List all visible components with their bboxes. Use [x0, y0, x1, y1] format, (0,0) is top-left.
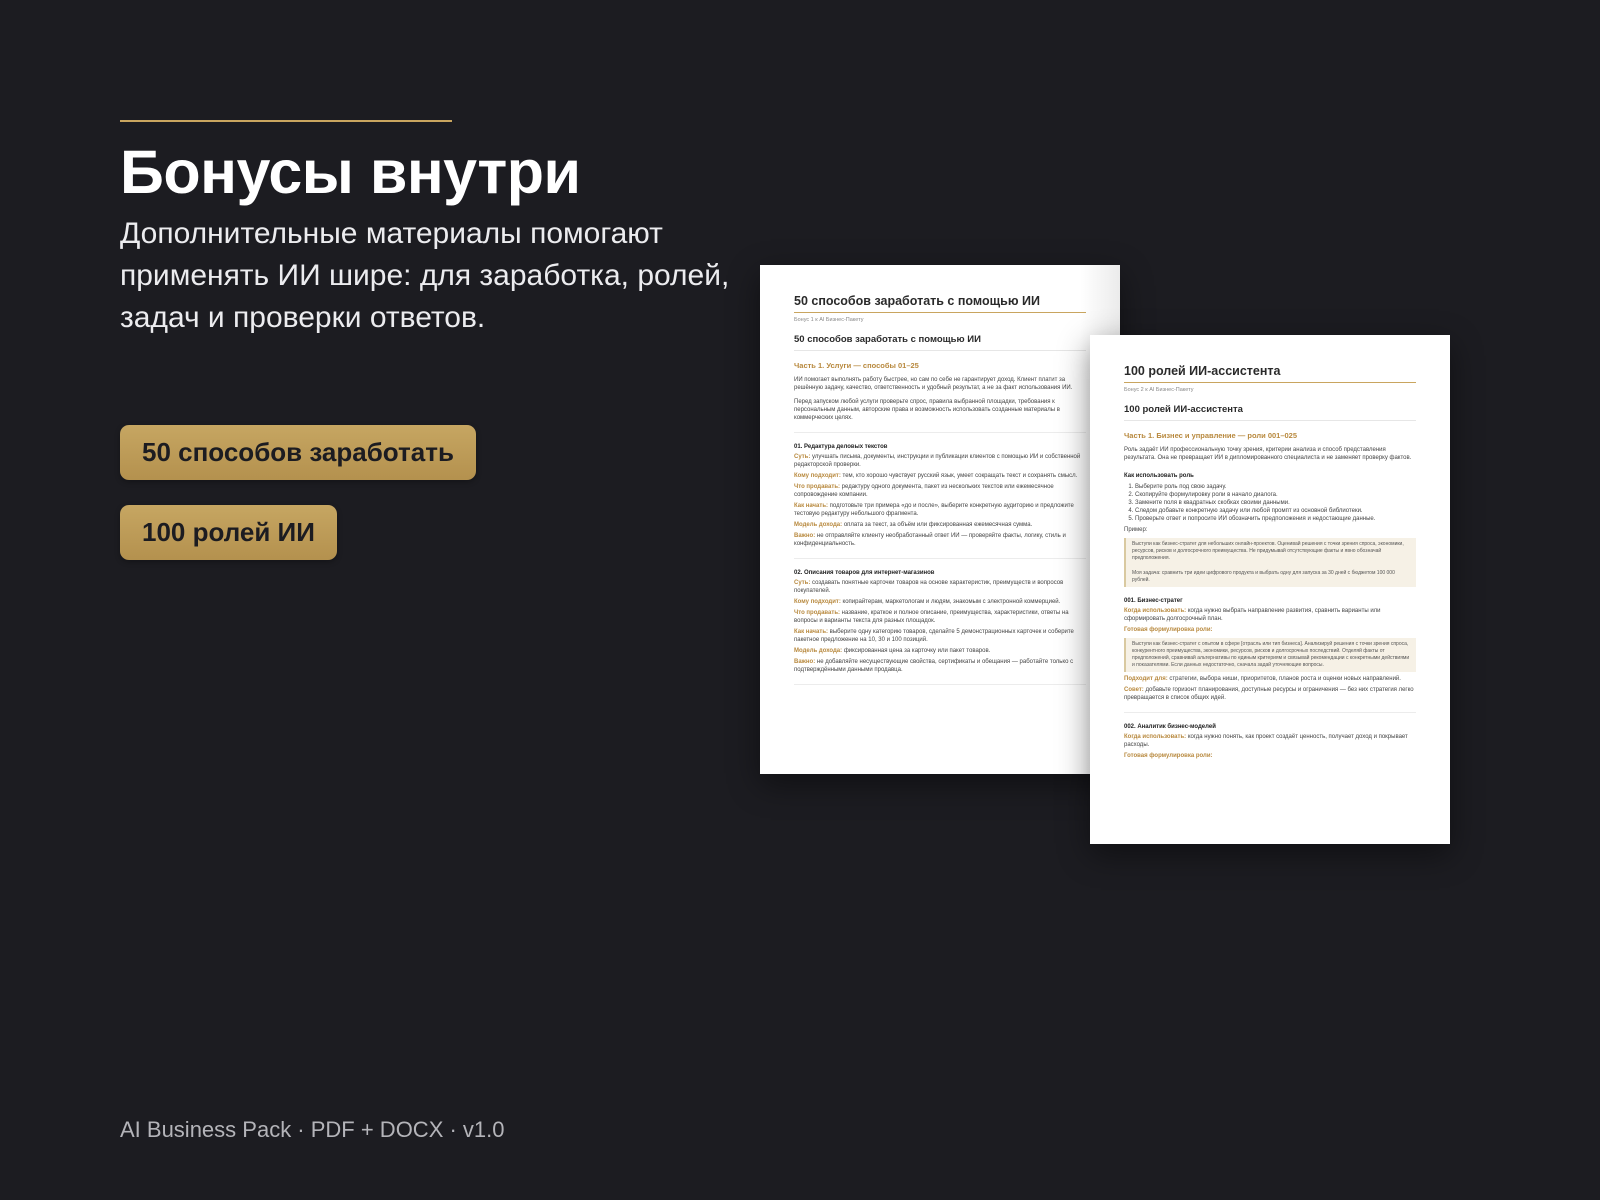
- bonus-badge-100-roles: 100 ролей ИИ: [120, 505, 337, 560]
- page-title: Бонусы внутри: [120, 138, 581, 206]
- doc-item-text: фиксированная цена за карточку или пакет…: [843, 648, 991, 654]
- doc-example-text: Выступи как бизнес-стратег для небольших…: [1132, 541, 1404, 561]
- doc-header: 50 способов заработать с помощью ИИ: [794, 294, 1086, 313]
- doc-item-label: Когда использовать:: [1124, 608, 1187, 614]
- doc-item-text: оплата за текст, за объём или фиксирован…: [843, 522, 1033, 528]
- doc-item-text: не отправляйте клиенту необработанный от…: [794, 533, 1066, 547]
- doc-header: 100 ролей ИИ-ассистента: [1124, 364, 1416, 383]
- doc-item: Совет: добавьте горизонт планирования, д…: [1124, 686, 1416, 702]
- doc-item: Кому подходит: тем, кто хорошо чувствует…: [794, 472, 1086, 480]
- doc-item-label: Как начать:: [794, 629, 828, 635]
- doc-item: Что продавать: редактуру одного документ…: [794, 483, 1086, 499]
- doc-item-text: копирайтерам, маркетологам и людям, знак…: [842, 599, 1061, 605]
- doc-part-heading: Часть 1. Бизнес и управление — роли 001–…: [1124, 431, 1298, 440]
- doc-divider: [794, 432, 1086, 433]
- doc-item: Как начать: подготовьте три примера «до …: [794, 502, 1086, 518]
- document-preview-100-roles: 100 ролей ИИ-ассистента Бонус 2 к AI Биз…: [1090, 335, 1450, 844]
- doc-item-text: стратегии, выбора ниши, приоритетов, пла…: [1169, 676, 1401, 682]
- accent-line: [120, 120, 452, 122]
- doc-example-label: Пример:: [1124, 527, 1148, 533]
- doc-item-label: Когда использовать:: [1124, 734, 1187, 740]
- doc-item-text: улучшать письма, документы, инструкции и…: [794, 454, 1081, 468]
- doc-part-heading: Часть 1. Услуги — способы 01–25: [794, 361, 919, 370]
- page-subtitle: Дополнительные материалы помогают примен…: [120, 217, 730, 334]
- doc-subheader: Бонус 1 к AI Бизнес-Пакету: [794, 317, 864, 323]
- doc-section-heading: Как использовать роль: [1124, 473, 1194, 479]
- doc-item: Кому подходит: копирайтерам, маркетолога…: [794, 598, 1086, 606]
- doc-item-label: Важно:: [794, 533, 816, 539]
- doc-item: Подходит для: стратегии, выбора ниши, пр…: [1124, 675, 1416, 683]
- doc-step: Замените поля в квадратных скобках своим…: [1135, 499, 1416, 507]
- doc-section-heading: 001. Бизнес-стратег: [1124, 598, 1183, 604]
- doc-item: Как начать: выберите одну категорию това…: [794, 628, 1086, 644]
- doc-item: Когда использовать: когда нужно выбрать …: [1124, 607, 1416, 623]
- doc-title: 100 ролей ИИ-ассистента: [1124, 404, 1416, 421]
- doc-item: Когда использовать: когда нужно понять, …: [1124, 733, 1416, 749]
- doc-item: Суть: улучшать письма, документы, инстру…: [794, 453, 1086, 469]
- doc-section-heading: 002. Аналитик бизнес-моделей: [1124, 724, 1216, 730]
- doc-item-text: подготовьте три примера «до и после», вы…: [794, 503, 1074, 517]
- doc-paragraph: Роль задаёт ИИ профессиональную точку зр…: [1124, 447, 1412, 461]
- doc-example-box: Выступи как бизнес-стратег для небольших…: [1124, 538, 1416, 587]
- doc-divider: [1124, 712, 1416, 713]
- doc-item-label: Суть:: [794, 580, 811, 586]
- doc-divider: [794, 684, 1086, 685]
- doc-item-label: Что продавать:: [794, 484, 840, 490]
- doc-step: Скопируйте формулировку роли в начало ди…: [1135, 491, 1416, 499]
- doc-item-text: выберите одну категорию товаров, сделайт…: [794, 629, 1074, 643]
- doc-item-label: Важно:: [794, 659, 816, 665]
- doc-item-label: Подходит для:: [1124, 676, 1168, 682]
- doc-item-label: Модель дохода:: [794, 648, 843, 654]
- doc-step: Выберите роль под свою задачу.: [1135, 483, 1416, 491]
- doc-step: Проверьте ответ и попросите ИИ обозначит…: [1135, 515, 1416, 523]
- doc-section-heading: 02. Описания товаров для интернет-магази…: [794, 570, 935, 576]
- doc-item-label: Кому подходит:: [794, 599, 841, 605]
- footer-caption: AI Business Pack · PDF + DOCX · v1.0: [120, 1117, 505, 1142]
- doc-item-text: не добавляйте несуществующие свойства, с…: [794, 659, 1074, 673]
- doc-item-text: тем, кто хорошо чувствует русский язык, …: [842, 473, 1078, 479]
- doc-step: Следом добавьте конкретную задачу или лю…: [1135, 507, 1416, 515]
- doc-item: Модель дохода: фиксированная цена за кар…: [794, 647, 1086, 655]
- doc-item-label: Готовая формулировка роли:: [1124, 627, 1213, 633]
- doc-role-prompt-box: Выступи как бизнес-стратег с опытом в сф…: [1124, 638, 1416, 672]
- doc-item-text: создавать понятные карточки товаров на о…: [794, 580, 1064, 594]
- doc-title: 50 способов заработать с помощью ИИ: [794, 334, 1086, 351]
- doc-item: Важно: не отправляйте клиенту необработа…: [794, 532, 1086, 548]
- doc-section-heading: 01. Редактура деловых текстов: [794, 444, 888, 450]
- doc-example-text: Моя задача: сравнить три идеи цифрового …: [1132, 570, 1395, 583]
- doc-item-label: Готовая формулировка роли:: [1124, 753, 1213, 759]
- doc-item: Модель дохода: оплата за текст, за объём…: [794, 521, 1086, 529]
- doc-item-label: Суть:: [794, 454, 811, 460]
- doc-subheader: Бонус 2 к AI Бизнес-Пакету: [1124, 387, 1194, 393]
- doc-paragraph: ИИ помогает выполнять работу быстрее, но…: [794, 377, 1073, 391]
- doc-item-label: Что продавать:: [794, 610, 840, 616]
- doc-steps-list: Выберите роль под свою задачу. Скопируйт…: [1124, 483, 1416, 523]
- doc-item-label: Совет:: [1124, 687, 1144, 693]
- doc-item-label: Модель дохода:: [794, 522, 843, 528]
- doc-paragraph: Перед запуском любой услуги проверьте сп…: [794, 399, 1060, 421]
- doc-item-label: Как начать:: [794, 503, 828, 509]
- doc-item: Суть: создавать понятные карточки товаро…: [794, 579, 1086, 595]
- doc-divider: [794, 558, 1086, 559]
- doc-item: Что продавать: название, краткое и полно…: [794, 609, 1086, 625]
- doc-item-text: добавьте горизонт планирования, доступны…: [1124, 687, 1414, 701]
- doc-item-label: Кому подходит:: [794, 473, 841, 479]
- document-preview-50-ways: 50 способов заработать с помощью ИИ Бону…: [760, 265, 1120, 774]
- bonus-badge-50-ways: 50 способов заработать: [120, 425, 476, 480]
- doc-item: Важно: не добавляйте несуществующие свой…: [794, 658, 1086, 674]
